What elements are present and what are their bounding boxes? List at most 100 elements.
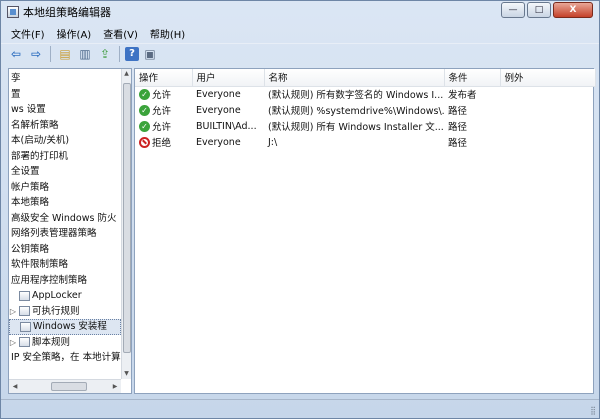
- allow-check-icon: ✓: [139, 120, 150, 132]
- scroll-right-icon[interactable]: ▶: [109, 383, 121, 390]
- tree-item-label: ws 设置: [11, 104, 46, 115]
- show-hide-tree-icon[interactable]: ▥: [76, 45, 94, 62]
- resize-grip-icon[interactable]: ⣿: [590, 406, 596, 415]
- scroll-left-icon[interactable]: ◀: [9, 383, 21, 390]
- menu-bar: 文件(F) 操作(A) 查看(V) 帮助(H): [1, 25, 599, 41]
- tree-item[interactable]: 名解析策略: [9, 118, 121, 134]
- column-header-condition[interactable]: 条件: [444, 69, 501, 87]
- tree-item[interactable]: 孪: [9, 71, 121, 87]
- deny-icon: [139, 136, 150, 148]
- tree-item-label: 公钥策略: [11, 243, 50, 255]
- tree-item[interactable]: 本地策略: [9, 195, 121, 211]
- tree-item[interactable]: Windows 安装程: [9, 319, 121, 335]
- tree-item[interactable]: ▷ 脚本规则: [9, 335, 121, 351]
- gpedit-app-icon: [7, 6, 19, 18]
- cell-name: (默认规则) 所有数字签名的 Windows I...: [268, 90, 444, 102]
- scroll-up-icon[interactable]: ▲: [122, 69, 131, 79]
- hscroll-thumb[interactable]: [51, 382, 87, 391]
- action-wrapper: ✓ 允许: [139, 87, 192, 101]
- cell-exception: [500, 134, 595, 150]
- expand-arrow-icon[interactable]: ▷: [9, 335, 17, 351]
- column-header-exception[interactable]: 例外: [500, 69, 596, 87]
- tree-item-label: 孪: [11, 73, 21, 84]
- tree-item[interactable]: ▷ 可执行规则: [9, 304, 121, 320]
- properties-icon[interactable]: ▣: [141, 45, 159, 62]
- cell-condition: 路径: [448, 122, 468, 133]
- window-title: 本地组策略编辑器: [23, 6, 111, 19]
- cell-user: Everyone: [196, 136, 241, 148]
- table-row[interactable]: 拒绝 Everyone J:\ 路径: [135, 134, 595, 150]
- cell-condition: 路径: [448, 106, 468, 117]
- scroll-down-icon[interactable]: ▼: [122, 369, 131, 379]
- tree-item[interactable]: 全设置: [9, 164, 121, 180]
- tree-horizontal-scrollbar[interactable]: ◀ ▶: [9, 379, 121, 393]
- menu-file[interactable]: 文件(F): [5, 26, 51, 41]
- tree-item[interactable]: 公钥策略: [9, 242, 121, 258]
- cell-name: (默认规则) %systemdrive%\Windows\...: [268, 106, 444, 117]
- allow-check-icon: ✓: [139, 104, 150, 116]
- allow-check-icon: ✓: [139, 88, 150, 100]
- tree-item[interactable]: 软件限制策略: [9, 257, 121, 273]
- cell-exception: [500, 86, 595, 102]
- menu-action[interactable]: 操作(A): [51, 26, 98, 41]
- policy-folder-icon: [19, 306, 30, 317]
- tree-item-label: IP 安全策略，在 本地计算: [11, 352, 121, 363]
- cell-exception: [500, 102, 595, 118]
- cell-condition: 发布者: [448, 90, 477, 102]
- tree-item[interactable]: 应用程序控制策略: [9, 273, 121, 289]
- tree-item[interactable]: ws 设置: [9, 102, 121, 118]
- close-button[interactable]: X: [553, 2, 593, 18]
- title-bar[interactable]: 本地组策略编辑器 — □ X: [1, 1, 599, 23]
- tree-item[interactable]: 本(启动/关机): [9, 133, 121, 149]
- action-wrapper: 拒绝: [139, 135, 192, 149]
- tree-pane[interactable]: 孪置 ws 设置名解析策略本(启动/关机) 部署的打印机全设置 帐户策略本地策略高级安…: [8, 68, 132, 394]
- tree-item[interactable]: 部署的打印机: [9, 149, 121, 165]
- table-row[interactable]: ✓ 允许 Everyone (默认规则) 所有数字签名的 Windows I... 发布…: [135, 86, 595, 102]
- tree-item-label: 帐户策略: [11, 181, 50, 193]
- column-header-action[interactable]: 操作: [135, 69, 193, 87]
- maximize-button[interactable]: □: [527, 2, 551, 18]
- tree-item[interactable]: 网络列表管理器策略: [9, 226, 121, 242]
- folder-icon[interactable]: ▤: [56, 45, 74, 62]
- tree-item-label: 名解析策略: [11, 119, 59, 131]
- tree-item-label: 脚本规则: [32, 336, 71, 348]
- table-row[interactable]: ✓ 允许 BUILTIN\Ad... (默认规则) 所有 Windows Instal…: [135, 118, 595, 134]
- help-icon[interactable]: ?: [125, 46, 139, 61]
- cell-action: ✓ 允许: [135, 86, 192, 102]
- forward-arrow-icon[interactable]: ⇨: [27, 45, 45, 62]
- cell-action: ✓ 允许: [135, 102, 192, 118]
- cell-user: Everyone: [196, 88, 241, 100]
- tree-item-label: 部署的打印机: [11, 150, 69, 162]
- cell-exception: [500, 118, 595, 134]
- back-arrow-icon[interactable]: ⇦: [7, 45, 25, 62]
- tree-item[interactable]: IP 安全策略，在 本地计算: [9, 350, 121, 366]
- tree-item-label: 本(启动/关机): [11, 135, 70, 146]
- export-list-icon[interactable]: ⇪: [96, 45, 114, 62]
- column-header-user[interactable]: 用户: [192, 69, 265, 87]
- cell-name: J:\: [268, 136, 278, 148]
- toolbar: ⇦ ⇨ ▤ ▥ ⇪ ? ▣: [1, 43, 599, 63]
- tree-item[interactable]: 置: [9, 87, 121, 103]
- expand-arrow-icon[interactable]: ▷: [9, 304, 17, 320]
- tree-item[interactable]: AppLocker: [9, 288, 121, 304]
- scroll-thumb[interactable]: [123, 83, 131, 353]
- cell-condition: 路径: [448, 138, 468, 149]
- minimize-button[interactable]: —: [501, 2, 525, 18]
- tree-item[interactable]: 高级安全 Windows 防火: [9, 211, 121, 227]
- tree-item[interactable]: 帐户策略: [9, 180, 121, 196]
- policy-folder-icon: [19, 290, 30, 301]
- action-wrapper: ✓ 允许: [139, 119, 192, 133]
- table-row[interactable]: ✓ 允许 Everyone (默认规则) %systemdrive%\Windows\…: [135, 102, 595, 118]
- rules-table: 操作 用户 名称 条件 例外 ✓ 允许 Everyone (默认规则) 所有数字签名的…: [135, 69, 596, 150]
- status-bar: ⣿: [1, 399, 599, 418]
- cell-user: Everyone: [196, 104, 241, 116]
- column-header-name[interactable]: 名称: [264, 69, 445, 87]
- menu-view[interactable]: 查看(V): [97, 26, 144, 41]
- tree-item-label: 本地策略: [11, 197, 50, 208]
- action-label: 允许: [152, 122, 172, 133]
- tree-item-label: 网络列表管理器策略: [11, 228, 97, 239]
- policy-tree[interactable]: 孪置 ws 设置名解析策略本(启动/关机) 部署的打印机全设置 帐户策略本地策略高级安…: [9, 71, 121, 379]
- tree-item-label: AppLocker: [32, 290, 82, 301]
- tree-vertical-scrollbar[interactable]: ▲ ▼: [121, 69, 131, 379]
- menu-help[interactable]: 帮助(H): [144, 26, 191, 41]
